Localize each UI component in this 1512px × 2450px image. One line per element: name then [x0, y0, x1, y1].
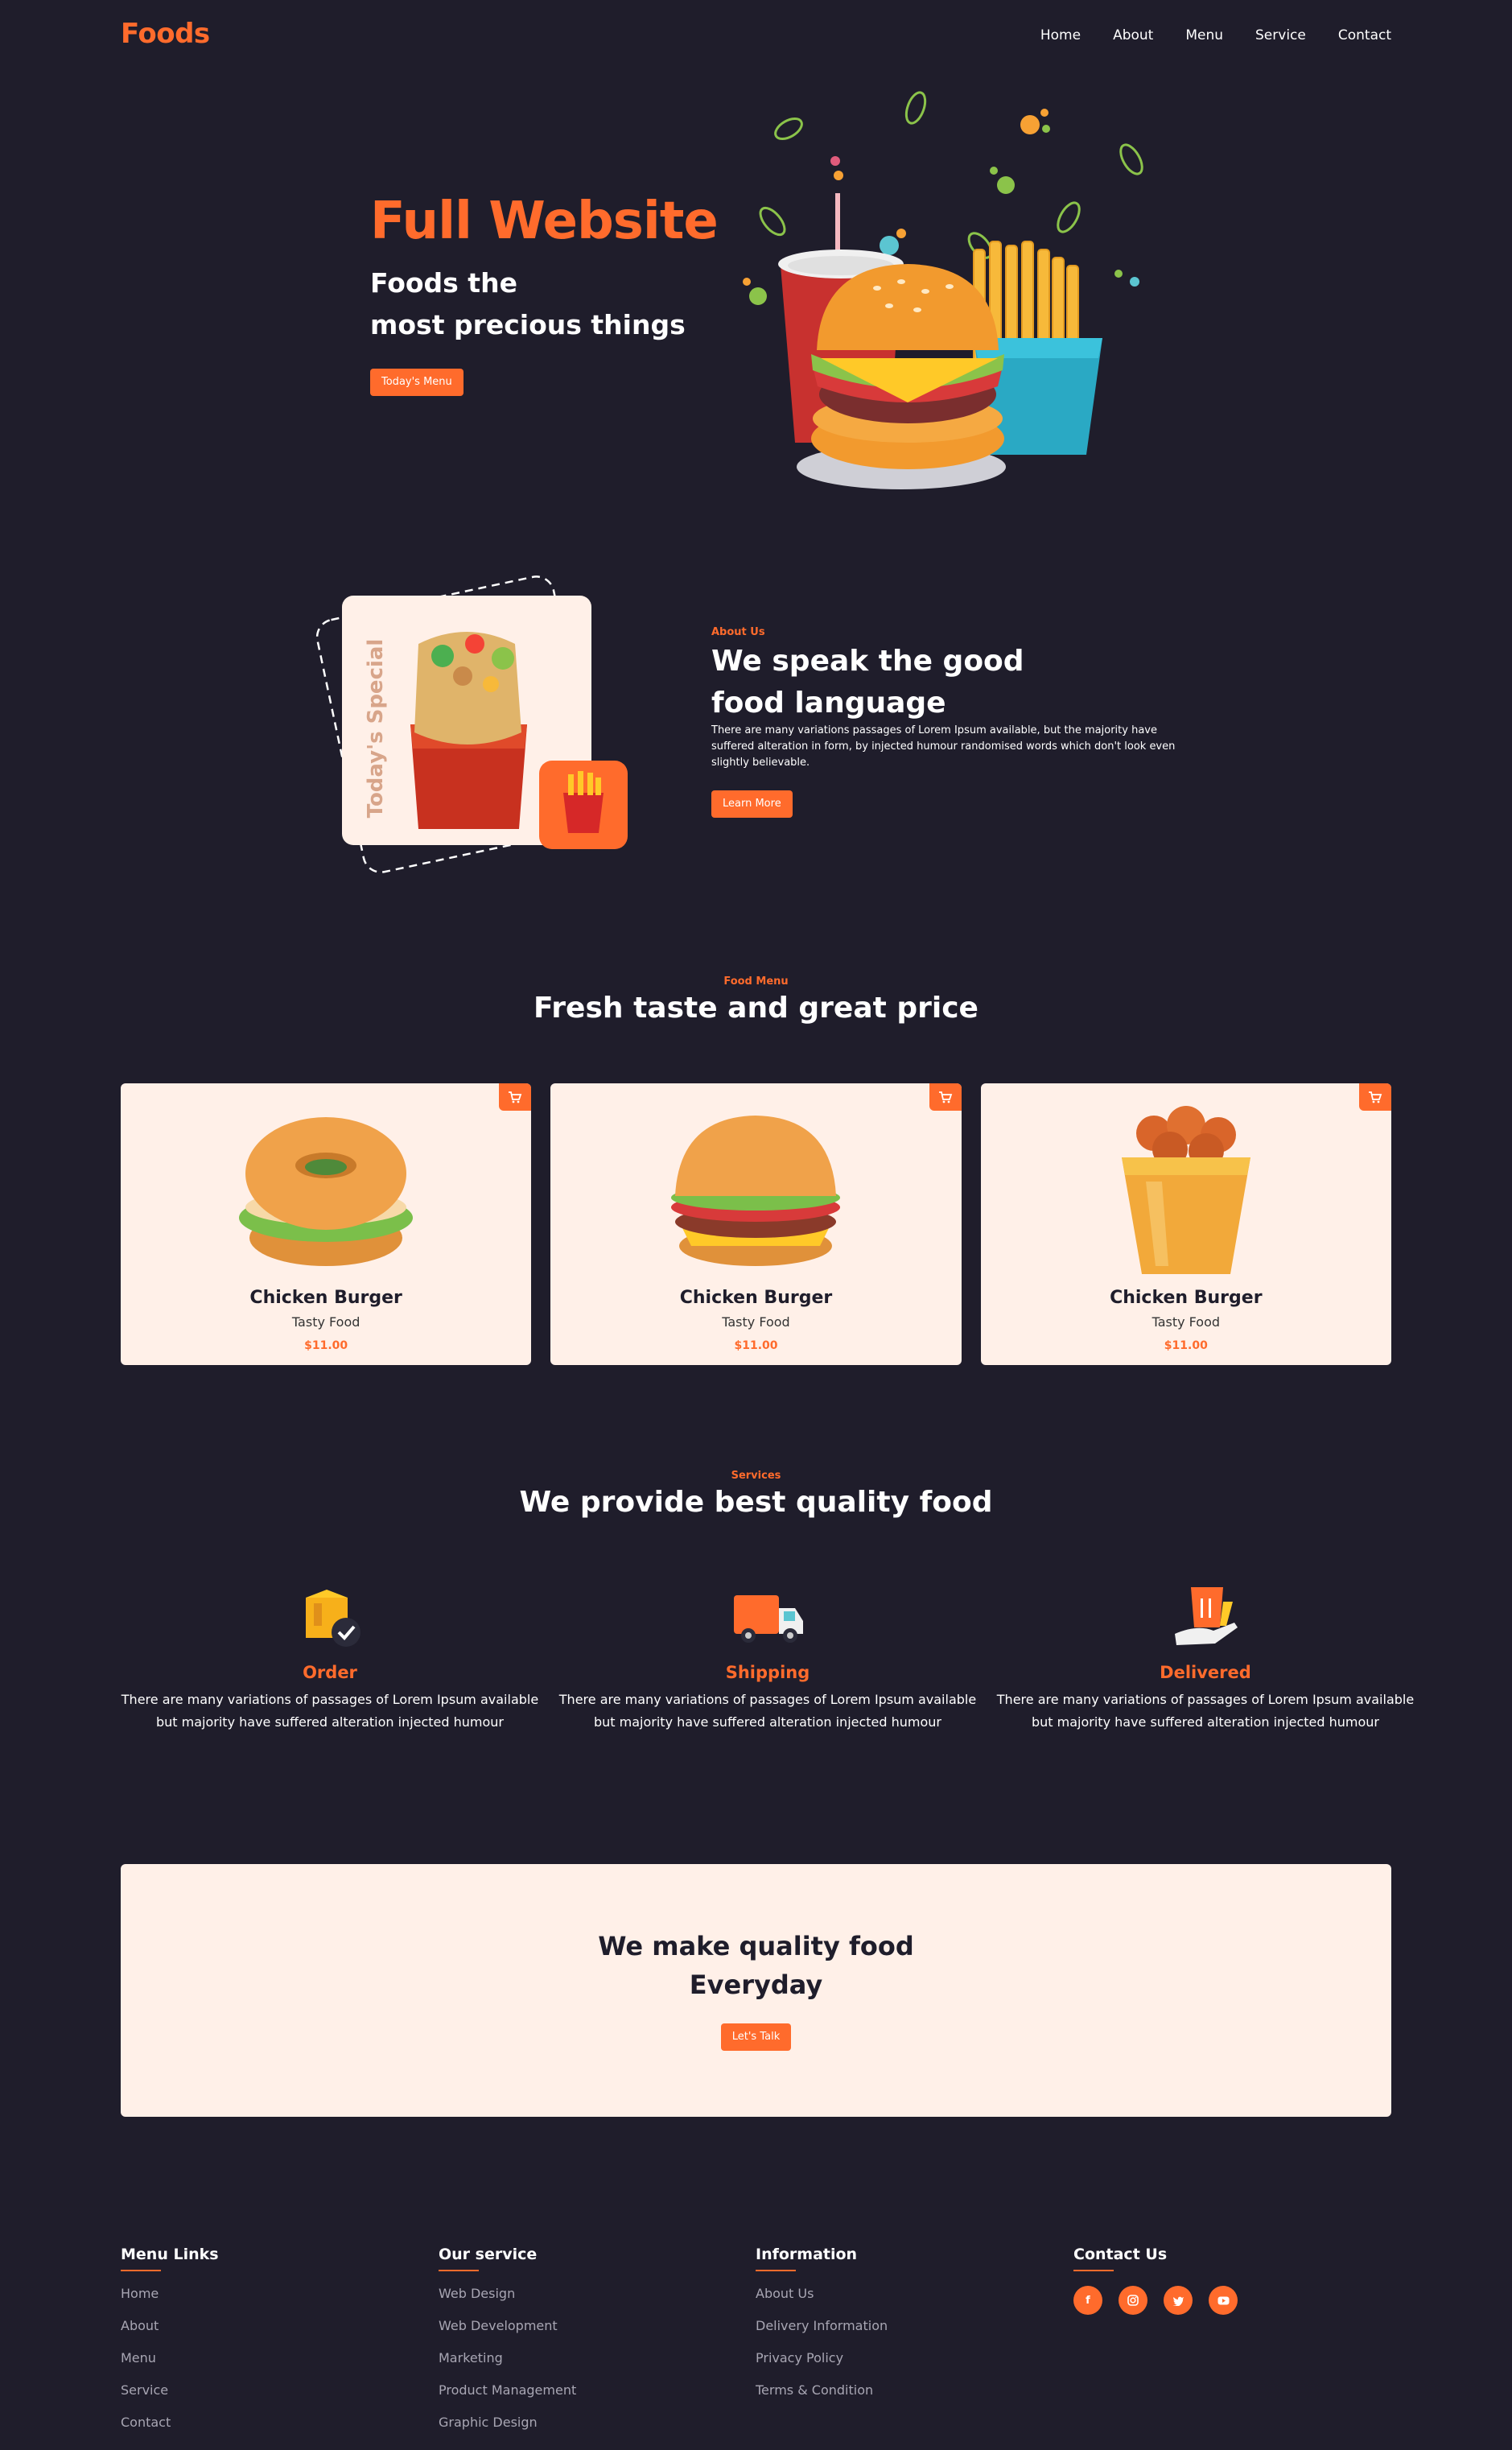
order-box-icon — [306, 1590, 360, 1647]
service-title: Order — [303, 1663, 357, 1682]
nav-menu[interactable]: Menu — [1185, 27, 1223, 43]
footer-link[interactable]: Web Design — [439, 2286, 712, 2302]
lets-talk-button[interactable]: Let's Talk — [720, 2023, 792, 2051]
nav-service[interactable]: Service — [1255, 27, 1306, 43]
cart-icon[interactable] — [1358, 1083, 1391, 1111]
heading-underline — [1073, 2270, 1114, 2271]
menu-card[interactable]: Chicken Burger Tasty Food $11.00 — [980, 1083, 1391, 1365]
about-text: There are many variations passages of Lo… — [711, 724, 1176, 769]
hero-food-illustration — [743, 91, 1143, 489]
brand-logo[interactable]: Foods — [121, 18, 210, 50]
todays-special-illustration: Today's Special — [315, 575, 628, 873]
service-item-delivered: Delivered There are many variations of p… — [996, 1578, 1415, 1734]
menu-card[interactable]: Chicken Burger Tasty Food $11.00 — [121, 1083, 532, 1365]
hero-title: Full Website — [370, 192, 719, 251]
footer-link[interactable]: Home — [121, 2286, 394, 2302]
service-text: There are many variations of passages of… — [121, 1692, 539, 1730]
service-text: There are many variations of passages of… — [996, 1692, 1415, 1730]
cheese-burger-image — [671, 1116, 841, 1266]
nav-contact[interactable]: Contact — [1338, 27, 1391, 43]
footer-link[interactable]: Contact — [121, 2415, 394, 2431]
cta-title-line1: We make quality food — [598, 1931, 914, 1961]
menu-item-sub: Tasty Food — [1152, 1314, 1221, 1330]
bagel-burger-image — [239, 1117, 414, 1266]
footer-link[interactable]: Menu — [121, 2350, 394, 2366]
footer-menu-links: Menu Links Home About Menu Service Conta… — [121, 2246, 394, 2447]
footer-our-service: Our service Web Design Web Development M… — [439, 2246, 712, 2447]
footer-heading: Information — [756, 2246, 858, 2263]
main-nav: Home About Menu Service Contact — [1040, 27, 1391, 43]
menu-item-price: $11.00 — [1164, 1339, 1208, 1352]
menu-item-name: Chicken Burger — [679, 1288, 833, 1308]
nav-about[interactable]: About — [1113, 27, 1153, 43]
fried-chicken-bucket-image — [1121, 1106, 1250, 1274]
facebook-glyph: f — [1086, 2294, 1090, 2307]
services-label: Services — [731, 1470, 781, 1482]
about-title: We speak the good food language — [711, 641, 1114, 724]
social-links: f — [1073, 2286, 1347, 2315]
todays-menu-button[interactable]: Today's Menu — [370, 369, 463, 396]
footer-information: Information About Us Delivery Informatio… — [756, 2246, 1029, 2415]
menu-label: Food Menu — [723, 975, 789, 988]
heading-underline — [439, 2270, 479, 2271]
hero-subtitle-line1: Foods the — [370, 267, 517, 299]
footer-link[interactable]: Service — [121, 2382, 394, 2398]
cart-icon[interactable] — [499, 1083, 532, 1111]
footer-contact: Contact Us f — [1073, 2246, 1347, 2315]
footer-link[interactable]: Product Management — [439, 2382, 712, 2398]
cta-title-line2: Everyday — [689, 1969, 823, 2000]
twitter-icon[interactable] — [1164, 2286, 1193, 2315]
footer-link[interactable]: Graphic Design — [439, 2415, 712, 2431]
service-item-order: Order There are many variations of passa… — [121, 1578, 539, 1734]
learn-more-button[interactable]: Learn More — [711, 790, 793, 818]
footer-heading: Our service — [439, 2246, 538, 2263]
heading-underline — [756, 2270, 796, 2271]
cart-icon[interactable] — [929, 1083, 962, 1111]
footer-heading: Menu Links — [121, 2246, 219, 2263]
instagram-icon[interactable] — [1119, 2286, 1147, 2315]
menu-item-name: Chicken Burger — [1110, 1288, 1263, 1308]
service-item-shipping: Shipping There are many variations of pa… — [558, 1578, 977, 1734]
services-list: Order There are many variations of passa… — [121, 1578, 1414, 1734]
menu-item-price: $11.00 — [304, 1339, 348, 1352]
menu-item-sub: Tasty Food — [291, 1314, 360, 1330]
todays-special-badge: Today's Special — [364, 639, 388, 819]
delivery-truck-icon — [734, 1595, 803, 1643]
menu-title: Fresh taste and great price — [534, 992, 978, 1025]
hero-subtitle-line2: most precious things — [370, 309, 686, 340]
service-text: There are many variations of passages of… — [558, 1692, 977, 1730]
footer-link[interactable]: Web Development — [439, 2318, 712, 2334]
cta-banner: We make quality food Everyday Let's Talk — [121, 1864, 1391, 2117]
footer-link[interactable]: Terms & Condition — [756, 2382, 1029, 2398]
heading-underline — [121, 2270, 161, 2271]
about-title-line1: We speak the good — [711, 645, 1024, 678]
footer-link[interactable]: Delivery Information — [756, 2318, 1029, 2334]
footer-link[interactable]: Marketing — [439, 2350, 712, 2366]
nav-home[interactable]: Home — [1040, 27, 1081, 43]
youtube-icon[interactable] — [1209, 2286, 1238, 2315]
footer-link[interactable]: Privacy Policy — [756, 2350, 1029, 2366]
menu-item-price: $11.00 — [734, 1339, 778, 1352]
service-title: Delivered — [1160, 1663, 1251, 1682]
about-title-line2: food language — [711, 687, 946, 720]
footer-link[interactable]: About Us — [756, 2286, 1029, 2302]
cta-title: We make quality food Everyday — [121, 1927, 1391, 2004]
footer-heading: Contact Us — [1073, 2246, 1168, 2263]
menu-card[interactable]: Chicken Burger Tasty Food $11.00 — [550, 1083, 962, 1365]
about-label: About Us — [711, 626, 765, 638]
hero-subtitle: Foods the most precious things — [370, 262, 756, 346]
menu-item-sub: Tasty Food — [722, 1314, 790, 1330]
services-title: We provide best quality food — [519, 1486, 993, 1519]
service-title: Shipping — [725, 1663, 810, 1682]
food-bag-hand-icon — [1175, 1587, 1238, 1645]
facebook-icon[interactable]: f — [1073, 2286, 1102, 2315]
menu-item-name: Chicken Burger — [249, 1288, 402, 1308]
menu-cards: Chicken Burger Tasty Food $11.00 Chicken… — [121, 1083, 1391, 1365]
footer-link[interactable]: About — [121, 2318, 394, 2334]
